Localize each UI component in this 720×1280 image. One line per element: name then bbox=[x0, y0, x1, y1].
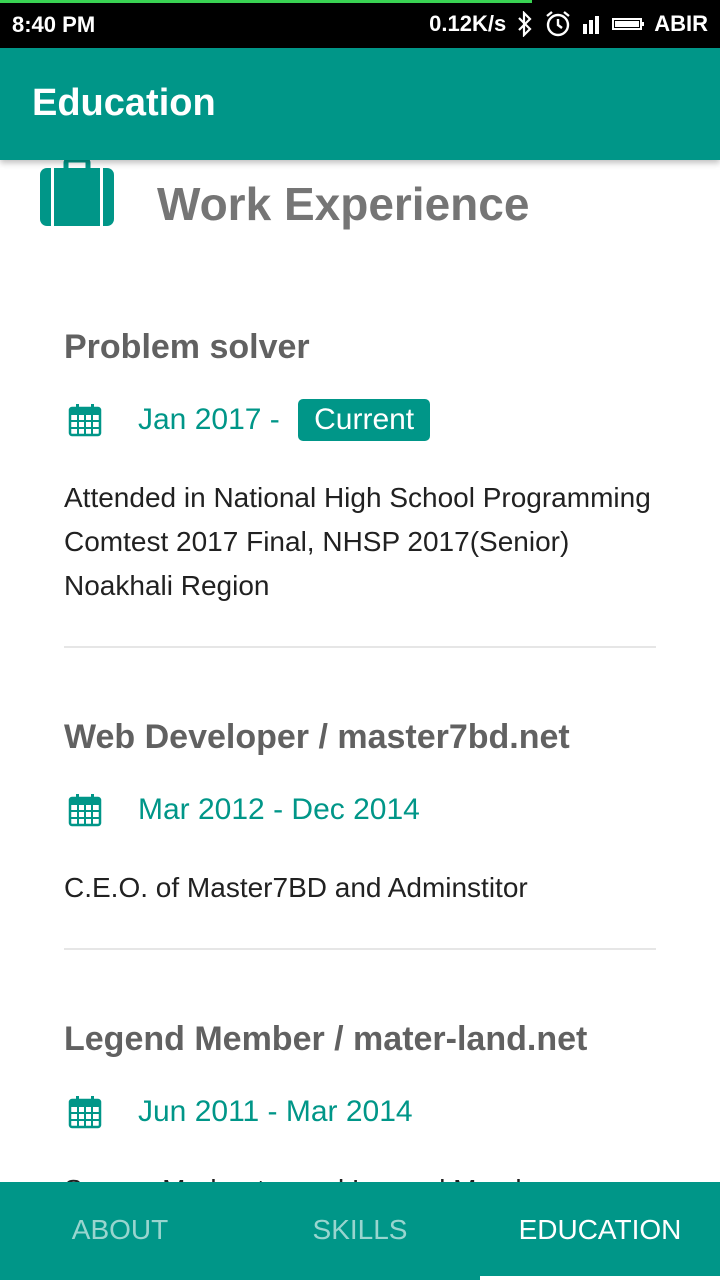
status-bar: 8:40 PM 0.12K/s ABIR bbox=[0, 0, 720, 48]
entry-title: Web Developer / master7bd.net bbox=[64, 718, 570, 756]
date-row: Jun 2011 - Mar 2014 bbox=[64, 1088, 413, 1136]
date-range: Jun 2011 - Mar 2014 bbox=[138, 1095, 413, 1128]
alarm-icon bbox=[544, 10, 572, 38]
date-row: Jan 2017 - Current bbox=[64, 396, 431, 444]
network-speed: 0.12K/s bbox=[429, 11, 507, 36]
section-header: Work Experience bbox=[40, 160, 680, 250]
entry-description: C.E.O. of Master7BD and Adminstitor bbox=[64, 872, 528, 903]
section-title: Work Experience bbox=[157, 178, 530, 230]
app-bar: Education bbox=[0, 48, 720, 160]
date-range: Mar 2012 - Dec 2014 bbox=[138, 793, 420, 826]
date-range: Jan 2017 - bbox=[138, 403, 289, 436]
current-badge: Current bbox=[298, 399, 431, 441]
active-tab-indicator bbox=[480, 1276, 720, 1280]
date-row: Mar 2012 - Dec 2014 bbox=[64, 786, 420, 834]
entry-description: Supper Moderator and Legend Member bbox=[64, 1168, 656, 1182]
divider bbox=[64, 646, 656, 648]
entry-description: Attended in National High School Program… bbox=[64, 482, 651, 601]
bottom-nav: ABOUT SKILLS EDUCATION bbox=[0, 1182, 720, 1280]
experience-entry: Legend Member / mater-land.net Jun 2011 … bbox=[64, 1020, 656, 1182]
status-icons: 0.12K/s ABIR bbox=[429, 10, 708, 38]
page-title: Education bbox=[32, 82, 216, 124]
status-time: 8:40 PM bbox=[12, 12, 96, 37]
battery-icon bbox=[612, 16, 645, 32]
briefcase-icon bbox=[40, 160, 114, 231]
calendar-icon bbox=[68, 1096, 102, 1129]
divider bbox=[64, 948, 656, 950]
tab-education[interactable]: EDUCATION bbox=[480, 1182, 720, 1280]
signal-icon bbox=[582, 14, 602, 34]
tab-about[interactable]: ABOUT bbox=[0, 1182, 240, 1280]
carrier-name: ABIR bbox=[654, 11, 708, 36]
experience-entry: Problem solver Jan 2017 - Current Attend… bbox=[64, 328, 656, 608]
entry-title: Problem solver bbox=[64, 328, 310, 366]
bluetooth-icon bbox=[516, 11, 534, 37]
calendar-icon bbox=[68, 794, 102, 827]
entry-title: Legend Member / mater-land.net bbox=[64, 1020, 588, 1058]
experience-entry: Web Developer / master7bd.net Mar 2012 -… bbox=[64, 718, 656, 918]
status-progress-line bbox=[0, 0, 532, 3]
calendar-icon bbox=[68, 404, 102, 437]
tab-skills[interactable]: SKILLS bbox=[240, 1182, 480, 1280]
tab-education-label: EDUCATION bbox=[518, 1214, 682, 1245]
content-scroll[interactable]: Work Experience Problem solver Jan 2017 … bbox=[0, 160, 720, 1182]
